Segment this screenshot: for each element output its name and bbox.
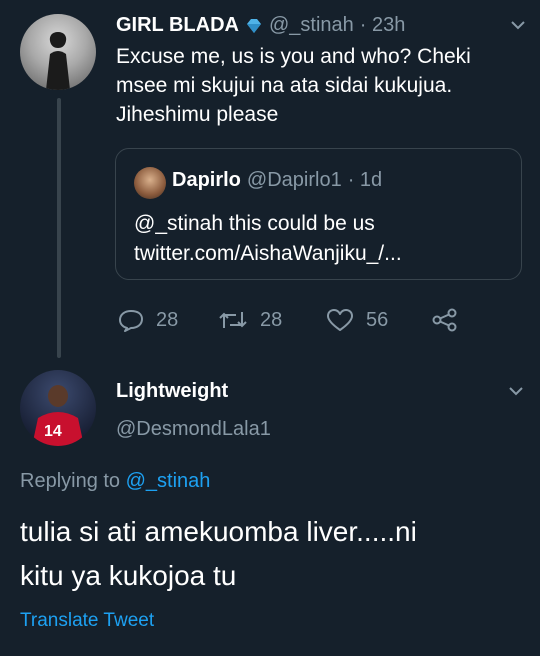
heart-icon	[327, 309, 353, 331]
tweet1-chevron-down-icon[interactable]	[510, 20, 526, 30]
tweet2-handle[interactable]: @DesmondLala1	[116, 418, 271, 441]
tweet1-header: GIRL BLADA @_stinah · 23h	[116, 14, 405, 37]
like-count: 56	[366, 308, 389, 331]
tweet1-text: Excuse me, us is you and who? Cheki msee…	[116, 42, 526, 129]
verified-diamond-icon	[246, 18, 261, 33]
replying-to-label: Replying to	[20, 470, 121, 492]
quoted-display-name: Dapirlo	[172, 169, 241, 191]
avatar-silhouette-icon	[46, 32, 70, 90]
translate-tweet-link[interactable]: Translate Tweet	[20, 610, 154, 632]
thread-connector-line	[57, 98, 61, 358]
tweet1-text-line: Jiheshimu please	[116, 103, 279, 126]
reply-icon	[119, 310, 143, 332]
tweet2-text-line: kitu ya kukojoa tu	[20, 560, 237, 591]
quoted-avatar[interactable]	[134, 167, 166, 199]
quoted-text: @_stinah this could be us twitter.com/Ai…	[134, 209, 402, 269]
retweet-count: 28	[260, 308, 283, 331]
quoted-tweet-card[interactable]: Dapirlo @Dapirlo1 · 1d @_stinah this cou…	[115, 148, 522, 280]
avatar-player-icon: 14	[32, 385, 84, 446]
reply-action[interactable]: 28	[118, 308, 178, 332]
quoted-handle: @Dapirlo1	[246, 169, 342, 191]
svg-text:14: 14	[44, 423, 62, 440]
retweet-icon	[219, 312, 247, 328]
tweet1-display-name[interactable]: GIRL BLADA	[116, 14, 239, 37]
tweet2-text-line: tulia si ati amekuomba liver.....ni	[20, 516, 417, 547]
replying-to: Replying to @_stinah	[20, 470, 210, 493]
tweet2-chevron-down-icon[interactable]	[508, 386, 524, 396]
quoted-text-line: @_stinah this could be us	[134, 212, 375, 235]
avatar-lightweight[interactable]: 14	[20, 370, 96, 446]
replying-to-handle[interactable]: @_stinah	[126, 470, 211, 492]
tweet2-display-name[interactable]: Lightweight	[116, 380, 228, 403]
quoted-link[interactable]: twitter.com/AishaWanjiku_/...	[134, 239, 402, 269]
tweet1-text-line: msee mi skujui na ata sidai kukujua.	[116, 74, 453, 97]
share-icon[interactable]	[432, 308, 458, 332]
tweet1-handle[interactable]: @_stinah	[269, 14, 354, 37]
quoted-time: · 1d	[347, 169, 383, 191]
retweet-action[interactable]: 28	[218, 308, 282, 332]
tweet2-text: tulia si ati amekuomba liver.....ni kitu…	[20, 510, 520, 598]
avatar-girl-blada[interactable]	[20, 14, 96, 90]
tweet1-text-line: Excuse me, us is you and who? Cheki	[116, 45, 471, 68]
tweet1-time[interactable]: · 23h	[360, 14, 406, 37]
like-action[interactable]: 56	[326, 308, 388, 332]
quoted-header: Dapirlo @Dapirlo1 · 1d	[172, 169, 382, 192]
reply-count: 28	[156, 308, 179, 331]
